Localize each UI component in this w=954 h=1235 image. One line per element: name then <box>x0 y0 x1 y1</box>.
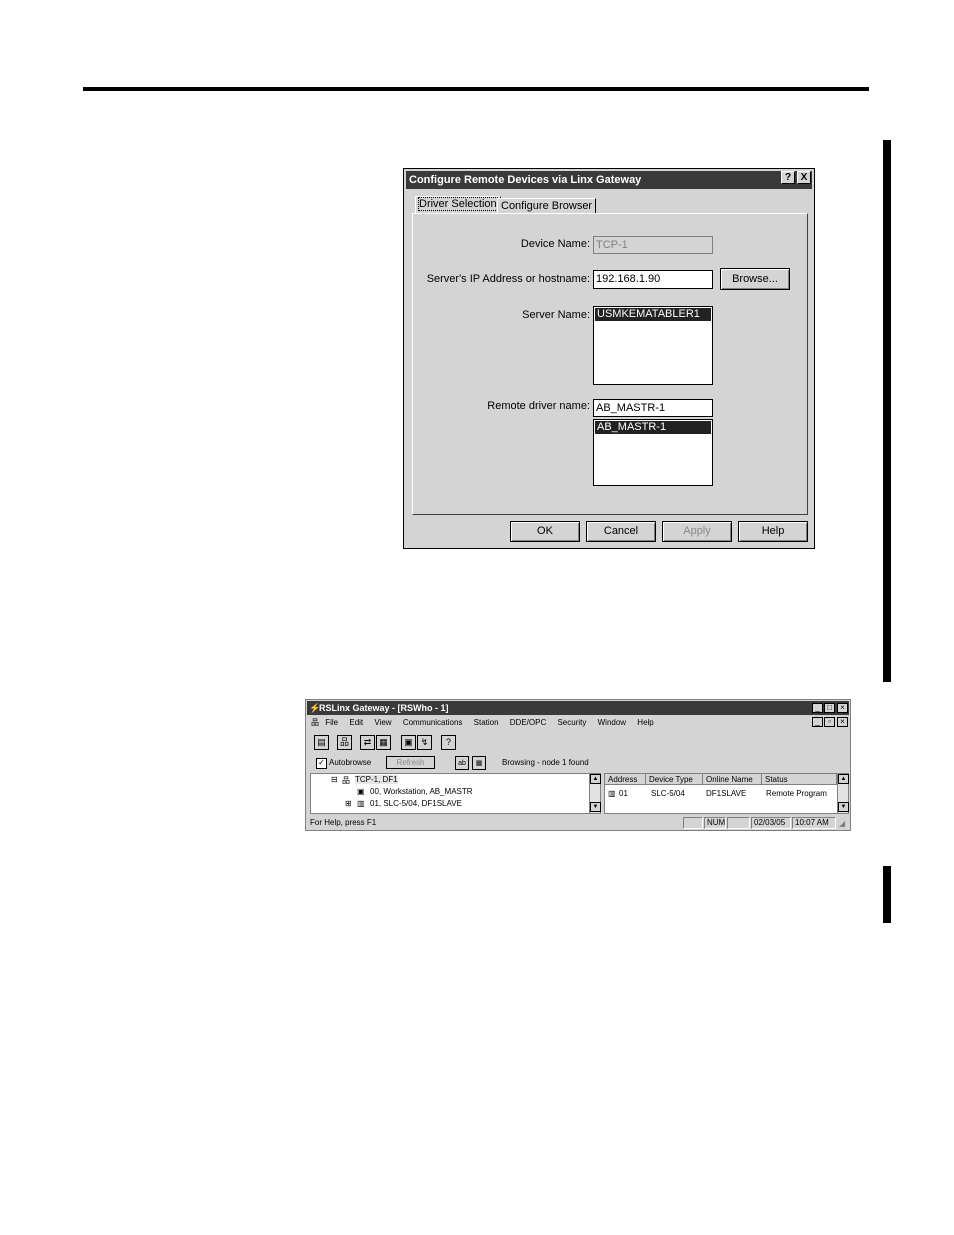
thumb-tab-bar-small <box>883 866 891 923</box>
tree-item[interactable]: TCP-1, DF1 <box>355 775 398 784</box>
child-restore-icon[interactable]: ▫ <box>824 717 835 727</box>
remote-driver-field[interactable]: AB_MASTR-1 <box>593 399 713 417</box>
list-item[interactable]: AB_MASTR-1 <box>595 421 711 434</box>
column-header-device-type[interactable]: Device Type <box>646 774 703 785</box>
device-name-field: TCP-1 <box>593 236 713 254</box>
status-date: 02/03/05 <box>751 817 791 829</box>
autobrowse-checkbox[interactable]: ✓ <box>316 758 327 769</box>
menu-bar: 品 File Edit View Communications Station … <box>311 717 811 728</box>
remote-driver-label: Remote driver name: <box>487 400 590 412</box>
menu-dde-opc[interactable]: DDE/OPC <box>510 718 546 727</box>
child-minimize-icon[interactable]: _ <box>812 717 823 727</box>
tab-configure-browser[interactable]: Configure Browser <box>497 198 597 214</box>
status-num: NUM <box>704 817 726 829</box>
tree-node-expander[interactable]: ⊞ <box>345 799 352 808</box>
device-name-label: Device Name: <box>520 238 590 250</box>
browse-button[interactable]: Browse... <box>720 268 790 290</box>
help-pointer-icon[interactable]: ? <box>441 735 456 750</box>
scroll-up-icon[interactable]: ▲ <box>838 774 849 784</box>
refresh-button: Refresh <box>386 756 435 769</box>
tree-item[interactable]: 00, Workstation, AB_MASTR <box>370 787 473 796</box>
menu-window[interactable]: Window <box>598 718 626 727</box>
child-window-icon: 品 <box>311 718 319 727</box>
menu-station[interactable]: Station <box>474 718 499 727</box>
configure-remote-devices-dialog: Configure Remote Devices via Linx Gatewa… <box>403 168 815 549</box>
rslinx-app-icon: ⚡ <box>309 703 321 713</box>
row-status: Remote Program <box>766 789 827 798</box>
topic-config-icon[interactable]: ▦ <box>376 735 391 750</box>
open-icon[interactable]: ▤ <box>314 735 329 750</box>
column-header-online-name[interactable]: Online Name <box>703 774 762 785</box>
list-item[interactable]: USMKEMATABLER1 <box>595 308 711 321</box>
tree-item[interactable]: 01, SLC-5/04, DF1SLAVE <box>370 799 462 808</box>
maximize-icon[interactable]: □ <box>824 703 835 713</box>
list-scrollbar[interactable]: ▲ ▼ <box>837 774 849 813</box>
menu-file[interactable]: File <box>325 718 338 727</box>
autobrowse-label: Autobrowse <box>329 758 372 767</box>
row-online-name: DF1SLAVE <box>706 789 747 798</box>
tree-pane[interactable]: ⊟ 品 TCP-1, DF1 ▣ 00, Workstation, AB_MAS… <box>310 773 601 814</box>
browsing-status: Browsing - node 1 found <box>502 758 589 767</box>
cancel-button[interactable]: Cancel <box>586 521 656 542</box>
minimize-icon[interactable]: _ <box>812 703 823 713</box>
workstation-icon: ▣ <box>357 787 365 796</box>
child-close-icon[interactable]: × <box>837 717 848 727</box>
large-icons-icon[interactable]: ab <box>455 756 469 770</box>
column-header-status[interactable]: Status <box>762 774 837 785</box>
server-ip-field[interactable]: 192.168.1.90 <box>593 270 713 289</box>
tree-scrollbar[interactable]: ▲ ▼ <box>589 774 601 813</box>
copy-icon[interactable]: ▣ <box>401 735 416 750</box>
status-blank-box <box>683 817 703 829</box>
network-icon: 品 <box>342 776 350 785</box>
column-header-address[interactable]: Address <box>605 774 646 785</box>
help-button[interactable]: Help <box>738 521 808 542</box>
remote-driver-list[interactable]: AB_MASTR-1 <box>593 419 713 486</box>
menu-security[interactable]: Security <box>557 718 586 727</box>
header-rule <box>83 87 869 91</box>
row-address[interactable]: 01 <box>619 789 628 798</box>
scroll-up-icon[interactable]: ▲ <box>590 774 601 784</box>
device-list-pane[interactable]: Address Device Type Online Name Status ▥… <box>604 773 849 814</box>
window-title: ⚡ RSLinx Gateway - [RSWho - 1] <box>307 701 849 715</box>
close-icon[interactable]: × <box>837 703 848 713</box>
help-title-button[interactable]: ? <box>781 171 795 184</box>
tree-node-expander[interactable]: ⊟ <box>331 775 338 784</box>
dialog-title: Configure Remote Devices via Linx Gatewa… <box>406 171 812 189</box>
scroll-down-icon[interactable]: ▼ <box>838 802 849 812</box>
details-view-icon[interactable]: ▦ <box>472 756 486 770</box>
close-icon[interactable]: X <box>797 171 811 184</box>
resize-grip-icon[interactable]: ◢ <box>839 819 845 828</box>
server-name-label: Server Name: <box>522 309 590 321</box>
server-ip-label: Server's IP Address or hostname: <box>426 273 590 285</box>
menu-view[interactable]: View <box>374 718 391 727</box>
row-device-type: SLC-5/04 <box>651 789 685 798</box>
menu-help[interactable]: Help <box>637 718 653 727</box>
tab-driver-selection[interactable]: Driver Selection <box>415 196 501 214</box>
server-name-list[interactable]: USMKEMATABLER1 <box>593 306 713 385</box>
plc-icon: ▥ <box>357 799 365 808</box>
status-help-text: For Help, press F1 <box>310 818 377 827</box>
rslinx-window: ⚡ RSLinx Gateway - [RSWho - 1] _ □ × 品 F… <box>305 699 851 831</box>
ok-button[interactable]: OK <box>510 521 580 542</box>
apply-button: Apply <box>662 521 732 542</box>
rswho-icon[interactable]: 品 <box>337 735 352 750</box>
menu-communications[interactable]: Communications <box>403 718 463 727</box>
menu-edit[interactable]: Edit <box>349 718 363 727</box>
status-time: 10:07 AM <box>792 817 836 829</box>
status-blank-box <box>727 817 750 829</box>
plc-icon: ▥ <box>608 789 616 798</box>
configure-drivers-icon[interactable]: ⇄ <box>360 735 375 750</box>
paste-icon[interactable]: ↯ <box>417 735 432 750</box>
scroll-down-icon[interactable]: ▼ <box>590 802 601 812</box>
thumb-tab-bar <box>883 140 891 682</box>
